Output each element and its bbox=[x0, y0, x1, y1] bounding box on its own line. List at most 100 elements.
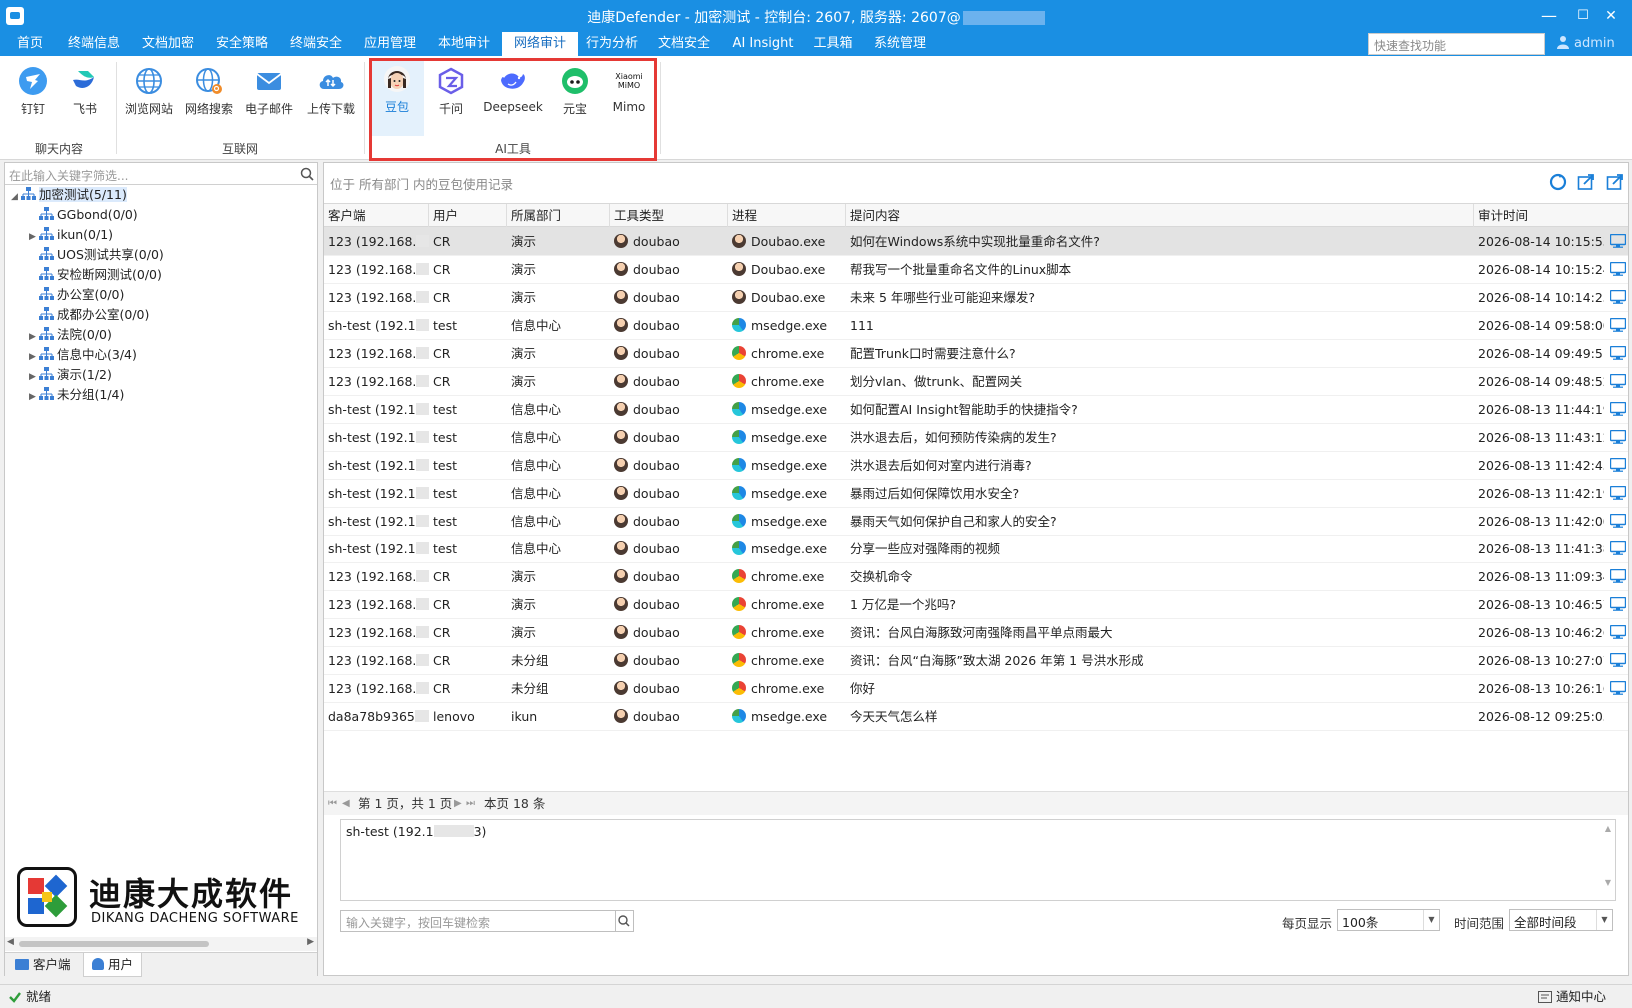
menu-ai-insight[interactable]: AI Insight bbox=[726, 32, 800, 56]
table-row[interactable]: 123 (192.168. CR 未分组 doubao chrome.exe 资讯：台风“… bbox=[324, 646, 1628, 676]
ribbon-browse-web-button[interactable]: 浏览网站 bbox=[120, 60, 178, 132]
view-screen-icon[interactable] bbox=[1610, 289, 1626, 304]
view-screen-icon[interactable] bbox=[1610, 597, 1626, 612]
collapse-caret-icon[interactable]: ◢ bbox=[11, 187, 21, 207]
view-screen-icon[interactable] bbox=[1610, 569, 1626, 584]
col-process[interactable]: 进程 bbox=[728, 204, 846, 227]
user-menu[interactable]: admin bbox=[1556, 32, 1615, 56]
table-row[interactable]: da8a78b9365 lenovo ikun doubao msedge.exe 今天天… bbox=[324, 702, 1628, 732]
table-row[interactable]: sh-test (192.1 test 信息中心 doubao msedge.exe 暴雨… bbox=[324, 507, 1628, 536]
table-row[interactable]: 123 (192.168. CR 演示 doubao Doubao.exe 帮我写一个批量… bbox=[324, 255, 1628, 284]
record-detail-textarea[interactable]: sh-test (192.1 3) ▲ ▼ bbox=[340, 819, 1616, 901]
menu-home[interactable]: 首页 bbox=[4, 32, 56, 56]
last-page-icon[interactable]: ⏭ bbox=[466, 792, 475, 816]
tree-node[interactable]: ▶ 法院(0/0) bbox=[29, 325, 112, 345]
prev-page-icon[interactable]: ◀ bbox=[342, 792, 350, 816]
table-row[interactable]: 123 (192.168. CR 演示 doubao chrome.exe 配置Trunk… bbox=[324, 339, 1628, 368]
menu-local-audit[interactable]: 本地审计 bbox=[432, 32, 496, 56]
export-all-icon[interactable] bbox=[1606, 173, 1624, 191]
export-icon[interactable] bbox=[1577, 173, 1595, 191]
quick-search-input[interactable]: 快速查找功能 bbox=[1368, 33, 1545, 55]
expand-caret-icon[interactable]: ▶ bbox=[29, 227, 39, 247]
view-screen-icon[interactable] bbox=[1610, 317, 1626, 332]
view-screen-icon[interactable] bbox=[1610, 513, 1626, 528]
tab-users[interactable]: 用户 bbox=[83, 953, 143, 977]
table-row[interactable]: sh-test (192.1 test 信息中心 doubao msedge.exe 洪水… bbox=[324, 423, 1628, 452]
ribbon-upload-download-button[interactable]: 上传下载 bbox=[302, 60, 360, 132]
menu-security-policy[interactable]: 安全策略 bbox=[210, 32, 274, 56]
ribbon-feishu-button[interactable]: 飞书 bbox=[56, 60, 114, 132]
tree-node[interactable]: ▶ ikun(0/1) bbox=[29, 225, 113, 245]
tree-node[interactable]: ▶ 演示(1/2) bbox=[29, 365, 112, 385]
view-screen-icon[interactable] bbox=[1610, 261, 1626, 276]
col-user[interactable]: 用户 bbox=[429, 204, 507, 227]
menu-network-audit[interactable]: 网络审计 bbox=[502, 32, 578, 56]
ribbon-web-search-button[interactable]: 网络搜索 bbox=[180, 60, 238, 132]
first-page-icon[interactable]: ⏮ bbox=[328, 792, 337, 816]
table-row[interactable]: sh-test (192.1 test 信息中心 doubao msedge.exe 暴雨… bbox=[324, 479, 1628, 508]
tree-node[interactable]: 成都办公室(0/0) bbox=[29, 305, 149, 325]
menu-behavior-analysis[interactable]: 行为分析 bbox=[580, 32, 644, 56]
tree-node-root[interactable]: ◢ 加密测试(5/11) bbox=[11, 185, 127, 205]
view-screen-icon[interactable] bbox=[1610, 345, 1626, 360]
table-row[interactable]: sh-test (192.1 test 信息中心 doubao msedge.exe 分享… bbox=[324, 534, 1628, 564]
menu-terminal-info[interactable]: 终端信息 bbox=[62, 32, 126, 56]
view-screen-icon[interactable] bbox=[1610, 373, 1626, 388]
col-tool-type[interactable]: 工具类型 bbox=[610, 204, 728, 227]
table-row[interactable]: 123 (192.168. CR 演示 doubao chrome.exe 交换机命令 20… bbox=[324, 562, 1628, 592]
table-row[interactable]: 123 (192.168. CR 未分组 doubao chrome.exe 你好 2026… bbox=[324, 674, 1628, 704]
scroll-left-icon[interactable]: ◀ bbox=[7, 937, 14, 947]
table-row[interactable]: sh-test (192.1 test 信息中心 doubao msedge.exe 11… bbox=[324, 311, 1628, 340]
tree-node[interactable]: UOS测试共享(0/0) bbox=[29, 245, 164, 265]
menu-app-management[interactable]: 应用管理 bbox=[358, 32, 422, 56]
table-row[interactable]: 123 (192.168. CR 演示 doubao chrome.exe 划分vlan、… bbox=[324, 367, 1628, 396]
tree-node[interactable]: 办公室(0/0) bbox=[29, 285, 124, 305]
view-screen-icon[interactable] bbox=[1610, 234, 1626, 248]
col-audit-time[interactable]: 审计时间 bbox=[1474, 204, 1628, 227]
table-row[interactable]: 123 (192.168. CR 演示 doubao chrome.exe 1 万亿是一个… bbox=[324, 590, 1628, 620]
close-button[interactable]: ✕ bbox=[1590, 0, 1632, 32]
next-page-icon[interactable]: ▶ bbox=[454, 792, 462, 816]
view-screen-icon[interactable] bbox=[1610, 429, 1626, 444]
menu-terminal-security[interactable]: 终端安全 bbox=[284, 32, 348, 56]
tab-clients[interactable]: 客户端 bbox=[7, 953, 79, 977]
expand-caret-icon[interactable]: ▶ bbox=[29, 327, 39, 347]
expand-caret-icon[interactable]: ▶ bbox=[29, 367, 39, 387]
tree-filter-input[interactable]: 在此输入关键字筛选... bbox=[5, 163, 317, 185]
menu-doc-security[interactable]: 文档安全 bbox=[652, 32, 716, 56]
keyword-search-input[interactable]: 输入关键字，按回车键检索 bbox=[340, 910, 616, 932]
view-screen-icon[interactable] bbox=[1610, 541, 1626, 556]
keyword-search-button[interactable] bbox=[616, 910, 634, 932]
refresh-icon[interactable] bbox=[1549, 173, 1567, 191]
view-screen-icon[interactable] bbox=[1610, 681, 1626, 695]
col-department[interactable]: 所属部门 bbox=[507, 204, 610, 227]
view-screen-icon[interactable] bbox=[1610, 625, 1626, 640]
per-page-select[interactable]: 100条 ▼ bbox=[1337, 909, 1440, 931]
tree-node[interactable]: GGbond(0/0) bbox=[29, 205, 138, 225]
tree-node[interactable]: ▶ 未分组(1/4) bbox=[29, 385, 124, 405]
tree-node[interactable]: 安检断网测试(0/0) bbox=[29, 265, 162, 285]
col-question[interactable]: 提问内容 bbox=[846, 204, 1474, 227]
ribbon-email-button[interactable]: 电子邮件 bbox=[240, 60, 298, 132]
table-row[interactable]: sh-test (192.1 test 信息中心 doubao msedge.exe 如何… bbox=[324, 395, 1628, 424]
detail-scrollbar[interactable]: ▲ ▼ bbox=[1603, 824, 1613, 896]
view-screen-icon[interactable] bbox=[1610, 457, 1626, 472]
table-row[interactable]: 123 (192.168. CR 演示 doubao Doubao.exe 如何在Wind… bbox=[324, 227, 1628, 256]
expand-caret-icon[interactable]: ▶ bbox=[29, 387, 39, 407]
notification-center-link[interactable]: 通知中心 bbox=[1556, 985, 1606, 1008]
scroll-thumb[interactable] bbox=[19, 941, 209, 947]
view-screen-icon[interactable] bbox=[1610, 485, 1626, 500]
menu-doc-encryption[interactable]: 文档加密 bbox=[136, 32, 200, 56]
scroll-right-icon[interactable]: ▶ bbox=[307, 937, 314, 947]
time-range-select[interactable]: 全部时间段 ▼ bbox=[1509, 909, 1613, 931]
notification-icon[interactable] bbox=[1538, 991, 1552, 1003]
table-row[interactable]: 123 (192.168. CR 演示 doubao chrome.exe 资讯：台风白海… bbox=[324, 618, 1628, 648]
table-row[interactable]: 123 (192.168. CR 演示 doubao Doubao.exe 未来 5 年哪… bbox=[324, 283, 1628, 312]
view-screen-icon[interactable] bbox=[1610, 401, 1626, 416]
tree-horizontal-scrollbar[interactable]: ◀ ▶ bbox=[5, 937, 317, 951]
table-row[interactable]: sh-test (192.1 test 信息中心 doubao msedge.exe 洪水… bbox=[324, 451, 1628, 480]
expand-caret-icon[interactable]: ▶ bbox=[29, 347, 39, 367]
view-screen-icon[interactable] bbox=[1610, 653, 1626, 668]
ribbon-dingtalk-button[interactable]: 钉钉 bbox=[4, 60, 62, 132]
col-client[interactable]: 客户端 bbox=[324, 204, 429, 227]
